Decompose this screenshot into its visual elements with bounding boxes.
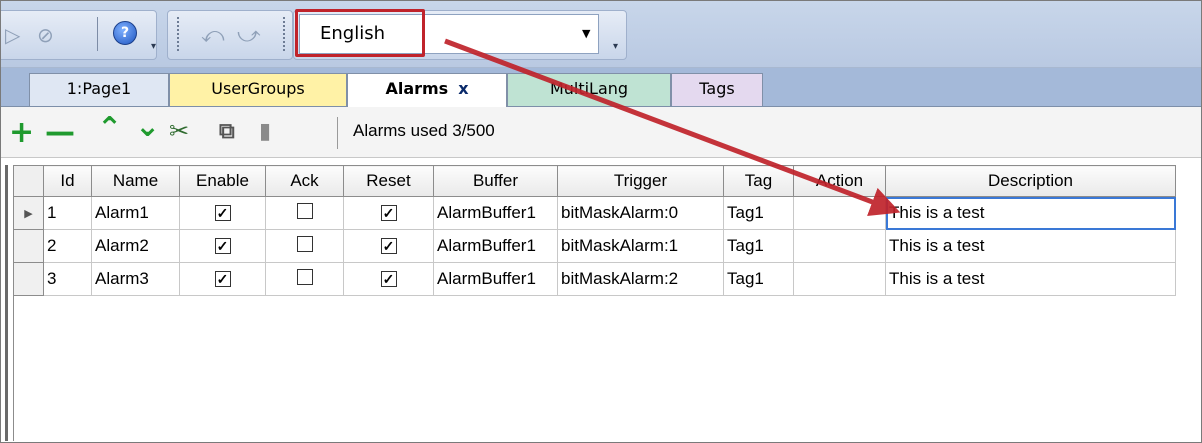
column-header-name[interactable]: Name bbox=[91, 165, 180, 197]
grid-empty-area[interactable] bbox=[13, 295, 1200, 441]
toolbar-grip[interactable] bbox=[177, 17, 179, 51]
grid-left-border bbox=[5, 165, 8, 441]
ack-checkbox[interactable] bbox=[296, 268, 313, 285]
column-header-id[interactable]: Id bbox=[43, 165, 92, 197]
up-icon[interactable]: ⌃ bbox=[97, 111, 122, 146]
play-icon[interactable]: ▷ bbox=[5, 23, 20, 47]
cell-action[interactable] bbox=[793, 196, 886, 230]
tab-label: Alarms bbox=[385, 79, 449, 98]
table-header-row: Id Name Enable Ack Reset Buffer Trigger … bbox=[13, 165, 1176, 197]
reset-checkbox[interactable]: ✓ bbox=[380, 271, 397, 287]
redo-icon[interactable]: ⤻ bbox=[237, 23, 261, 48]
table-row[interactable]: ▶ 1 Alarm1 ✓ ✓ AlarmBuffer1 bitMaskAlarm… bbox=[13, 196, 1176, 230]
cell-tag[interactable]: Tag1 bbox=[723, 262, 794, 296]
enable-checkbox[interactable]: ✓ bbox=[214, 205, 231, 221]
close-icon[interactable]: x bbox=[458, 79, 468, 98]
enable-checkbox[interactable]: ✓ bbox=[214, 238, 231, 254]
dropdown-arrow-icon[interactable]: ▼ bbox=[582, 27, 590, 40]
cell-ack[interactable] bbox=[265, 196, 344, 230]
chevron-down-icon[interactable]: ▾ bbox=[613, 41, 618, 52]
tab-label: UserGroups bbox=[211, 79, 305, 98]
cell-id[interactable]: 1 bbox=[43, 196, 92, 230]
cell-enable[interactable]: ✓ bbox=[179, 229, 266, 263]
toolbar-divider bbox=[337, 117, 338, 149]
cell-buffer[interactable]: AlarmBuffer1 bbox=[433, 196, 558, 230]
document-tabs: 1:Page1 UserGroups Alarms x MultiLang Tag… bbox=[1, 68, 1201, 107]
column-header-description[interactable]: Description bbox=[885, 165, 1176, 197]
reset-checkbox[interactable]: ✓ bbox=[380, 238, 397, 254]
chevron-down-icon[interactable]: ▾ bbox=[151, 41, 156, 52]
table-row[interactable]: 3 Alarm3 ✓ ✓ AlarmBuffer1 bitMaskAlarm:2… bbox=[13, 262, 1176, 296]
grid-toolbar: + — ⌃ ⌄ ✂ ⧉ ▮ Alarms used 3/500 bbox=[1, 107, 1201, 158]
cell-action[interactable] bbox=[793, 262, 886, 296]
current-row-icon[interactable]: ▶ bbox=[13, 196, 44, 230]
cell-tag[interactable]: Tag1 bbox=[723, 229, 794, 263]
column-header-ack[interactable]: Ack bbox=[265, 165, 344, 197]
tab-page1[interactable]: 1:Page1 bbox=[29, 73, 169, 106]
table-row[interactable]: 2 Alarm2 ✓ ✓ AlarmBuffer1 bitMaskAlarm:1… bbox=[13, 229, 1176, 263]
cell-buffer[interactable]: AlarmBuffer1 bbox=[433, 262, 558, 296]
undo-icon[interactable]: ⤺ bbox=[201, 23, 225, 48]
tab-usergroups[interactable]: UserGroups bbox=[169, 73, 347, 106]
minus-icon[interactable]: — bbox=[45, 115, 75, 150]
row-selector[interactable] bbox=[13, 229, 44, 263]
tab-label: Tags bbox=[699, 79, 735, 98]
editor-window: ▷ ⊘ ? ▾ ⤺ ⤻ English ▼ ▾ 1:Page1 UserGrou… bbox=[0, 0, 1202, 443]
help-icon[interactable]: ? bbox=[113, 21, 137, 45]
down-icon[interactable]: ⌄ bbox=[135, 109, 160, 144]
plus-icon[interactable]: + bbox=[9, 115, 34, 150]
cell-enable[interactable]: ✓ bbox=[179, 262, 266, 296]
cell-name[interactable]: Alarm1 bbox=[91, 196, 180, 230]
alarms-table: Id Name Enable Ack Reset Buffer Trigger … bbox=[13, 165, 1176, 296]
cell-action[interactable] bbox=[793, 229, 886, 263]
cell-description-editing[interactable]: This is a test bbox=[885, 196, 1176, 230]
column-header-buffer[interactable]: Buffer bbox=[433, 165, 558, 197]
cell-ack[interactable] bbox=[265, 229, 344, 263]
column-header-action[interactable]: Action bbox=[793, 165, 886, 197]
cut-icon[interactable]: ✂ bbox=[169, 117, 189, 145]
tab-tags[interactable]: Tags bbox=[671, 73, 763, 106]
cell-trigger[interactable]: bitMaskAlarm:0 bbox=[557, 196, 724, 230]
reset-checkbox[interactable]: ✓ bbox=[380, 205, 397, 221]
main-toolbar: ▷ ⊘ ? ▾ ⤺ ⤻ English ▼ ▾ bbox=[1, 1, 1201, 68]
row-selector-header[interactable] bbox=[13, 165, 44, 197]
toolbar-group-history bbox=[167, 10, 293, 60]
row-selector[interactable] bbox=[13, 262, 44, 296]
cell-enable[interactable]: ✓ bbox=[179, 196, 266, 230]
column-header-tag[interactable]: Tag bbox=[723, 165, 794, 197]
cell-tag[interactable]: Tag1 bbox=[723, 196, 794, 230]
column-header-reset[interactable]: Reset bbox=[343, 165, 434, 197]
cell-name[interactable]: Alarm2 bbox=[91, 229, 180, 263]
toolbar-grip[interactable] bbox=[283, 17, 285, 51]
toolbar-divider bbox=[97, 17, 98, 51]
copy-icon[interactable]: ⧉ bbox=[219, 119, 235, 144]
alarms-used-status: Alarms used 3/500 bbox=[353, 121, 495, 140]
paste-icon[interactable]: ▮ bbox=[259, 119, 271, 144]
cell-id[interactable]: 3 bbox=[43, 262, 92, 296]
tab-multilang[interactable]: MultiLang bbox=[507, 73, 671, 106]
cell-id[interactable]: 2 bbox=[43, 229, 92, 263]
enable-checkbox[interactable]: ✓ bbox=[214, 271, 231, 287]
column-header-enable[interactable]: Enable bbox=[179, 165, 266, 197]
cell-buffer[interactable]: AlarmBuffer1 bbox=[433, 229, 558, 263]
cell-description[interactable]: This is a test bbox=[885, 262, 1176, 296]
tab-alarms[interactable]: Alarms x bbox=[347, 73, 507, 107]
cell-trigger[interactable]: bitMaskAlarm:2 bbox=[557, 262, 724, 296]
tab-label: MultiLang bbox=[549, 79, 629, 98]
cell-description[interactable]: This is a test bbox=[885, 229, 1176, 263]
ack-checkbox[interactable] bbox=[296, 202, 313, 219]
cell-reset[interactable]: ✓ bbox=[343, 196, 434, 230]
no-entry-icon[interactable]: ⊘ bbox=[37, 23, 54, 47]
cell-reset[interactable]: ✓ bbox=[343, 229, 434, 263]
cell-name[interactable]: Alarm3 bbox=[91, 262, 180, 296]
cell-ack[interactable] bbox=[265, 262, 344, 296]
ack-checkbox[interactable] bbox=[296, 235, 313, 252]
language-highlight-box bbox=[295, 9, 425, 57]
cell-reset[interactable]: ✓ bbox=[343, 262, 434, 296]
column-header-trigger[interactable]: Trigger bbox=[557, 165, 724, 197]
cell-trigger[interactable]: bitMaskAlarm:1 bbox=[557, 229, 724, 263]
tab-label: 1:Page1 bbox=[66, 79, 132, 98]
